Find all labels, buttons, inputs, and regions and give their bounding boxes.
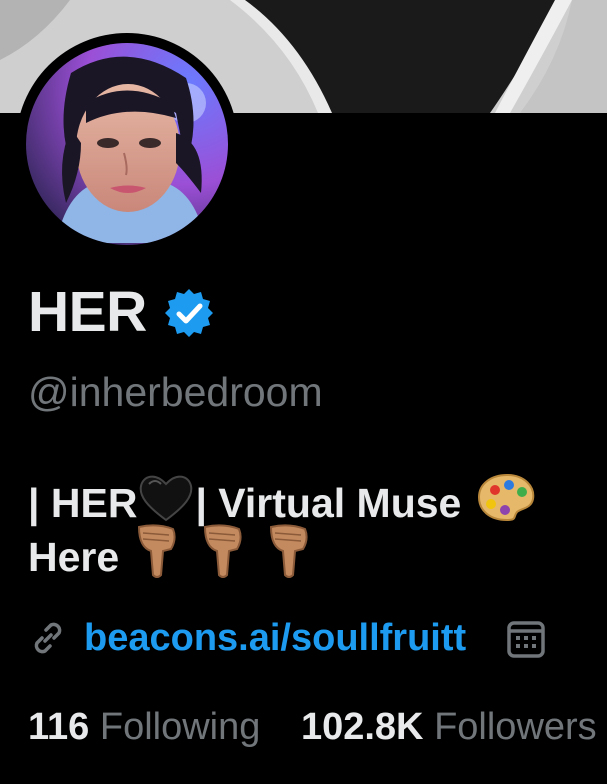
display-name: HER: [28, 280, 147, 344]
link-icon: [28, 618, 68, 658]
following-count: 116: [28, 706, 90, 748]
profile-meta-row: beacons.ai/soullfruitt: [28, 617, 546, 659]
bio-line-2: Here: [28, 523, 607, 584]
bio-text-here: Here: [28, 534, 120, 580]
bio-line-1: | HER | Virtual Muse: [28, 473, 607, 530]
bio-text-her: | HER: [28, 480, 138, 526]
profile-handle: @inherbedroom: [28, 369, 323, 415]
pointing-down-hand-icon: [199, 523, 247, 592]
avatar[interactable]: [26, 43, 228, 245]
verified-badge-icon[interactable]: [163, 287, 215, 339]
followers-label: Followers: [434, 706, 597, 748]
pointing-down-hand-icon: [133, 523, 181, 592]
profile-stats: 116 Following 102.8K Followers: [28, 708, 597, 746]
followers-link[interactable]: 102.8K Followers: [301, 706, 597, 748]
pointing-down-hand-icon: [265, 523, 313, 592]
followers-count: 102.8K: [300, 706, 424, 748]
calendar-icon: [506, 617, 546, 659]
following-label: Following: [99, 706, 261, 748]
name-row: HER: [28, 284, 215, 341]
artist-palette-icon: [477, 472, 537, 535]
avatar-border: [16, 33, 238, 255]
profile-bio: | HER | Virtual Muse Here: [28, 473, 607, 584]
profile-website-link[interactable]: beacons.ai/soullfruitt: [84, 619, 466, 657]
following-link[interactable]: 116 Following: [28, 706, 271, 748]
